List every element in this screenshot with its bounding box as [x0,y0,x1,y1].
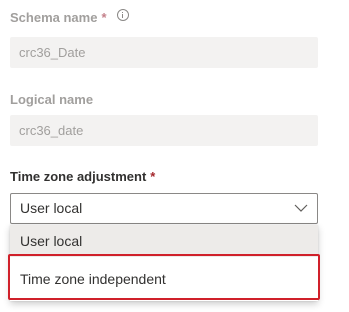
schema-name-label: Schema name * [10,9,129,26]
logical-name-label-text: Logical name [10,92,94,107]
dropdown-options-list: User local Time zone independent [10,225,318,301]
logical-name-value: crc36_date [19,123,84,138]
dropdown-selected-value: User local [20,200,83,216]
option-user-local[interactable]: User local [10,225,318,257]
option-time-zone-independent[interactable]: Time zone independent [10,257,318,301]
logical-name-field: crc36_date [10,115,318,146]
time-zone-adjustment-dropdown[interactable]: User local [10,193,318,224]
info-icon[interactable] [116,9,129,21]
time-zone-adjustment-label-text: Time zone adjustment [10,169,147,184]
required-asterisk: * [150,169,156,184]
chevron-down-icon [294,204,308,212]
schema-name-label-text: Schema name [10,10,98,25]
time-zone-adjustment-label: Time zone adjustment * [10,169,155,185]
required-asterisk: * [101,10,107,25]
schema-name-field: crc36_Date [10,37,318,68]
schema-name-value: crc36_Date [19,45,86,60]
logical-name-label: Logical name [10,92,93,108]
